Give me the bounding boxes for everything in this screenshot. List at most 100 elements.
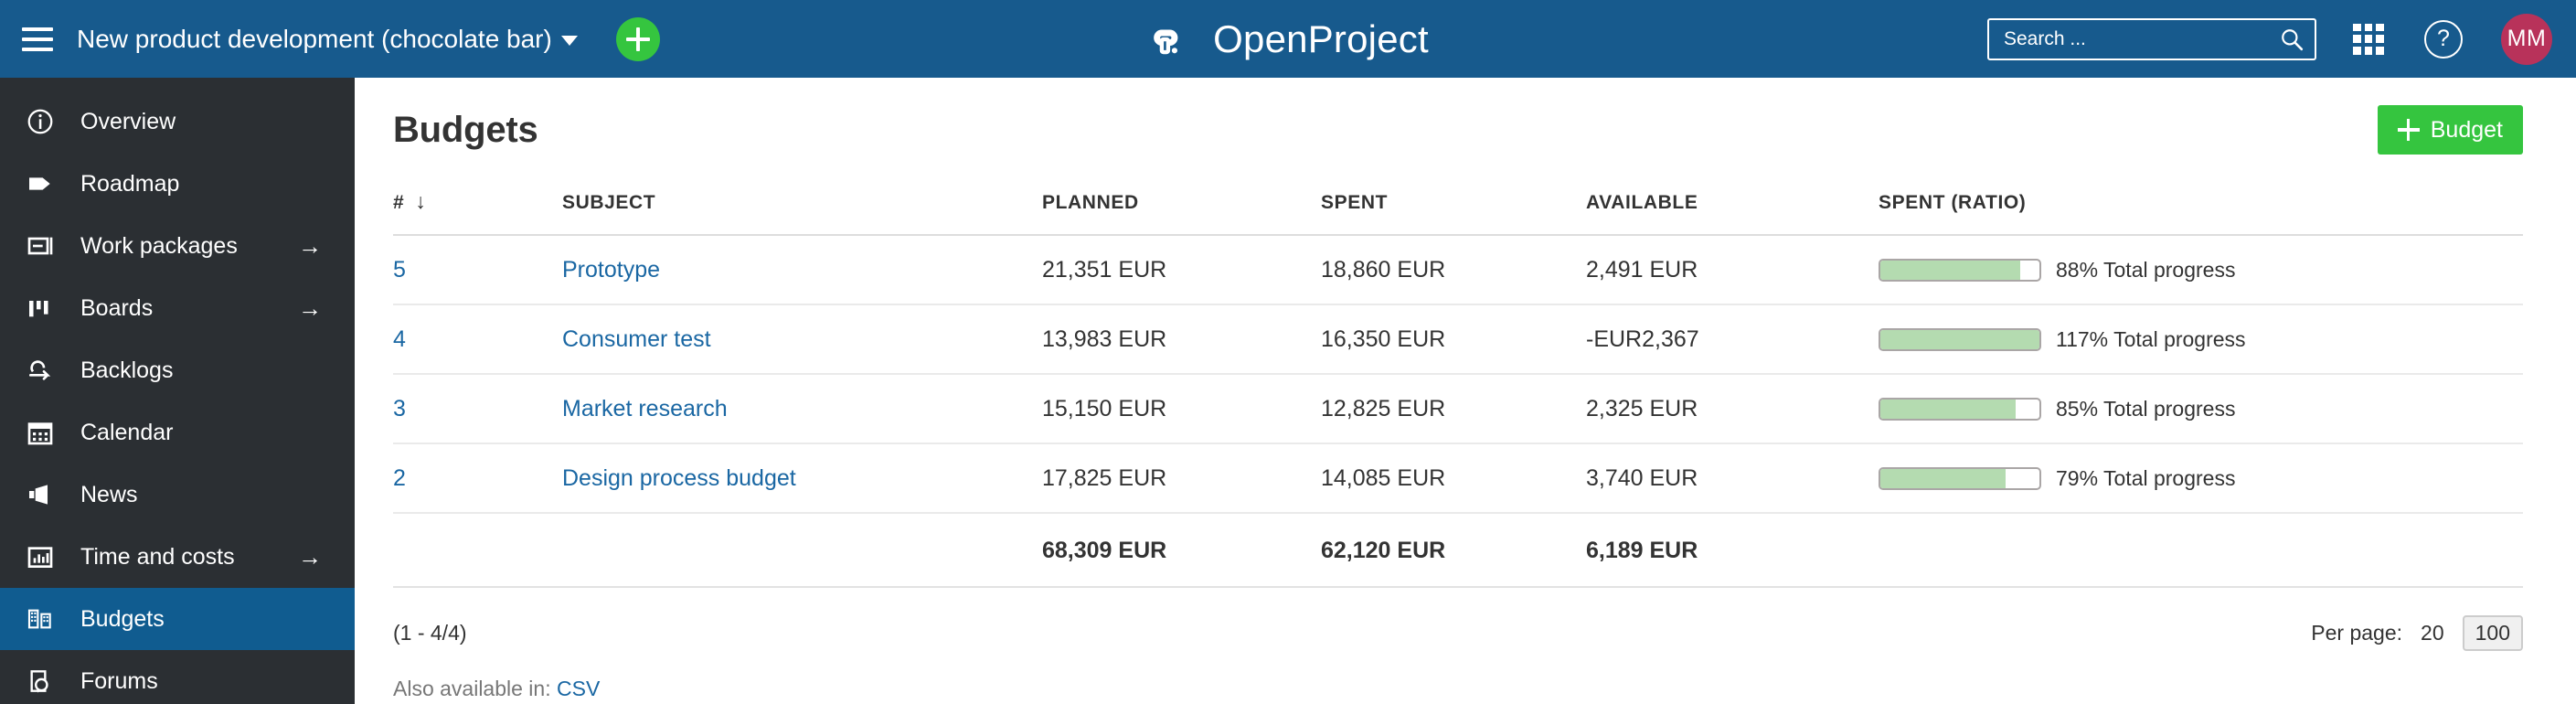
budget-planned-cell: 17,825 EUR bbox=[1042, 443, 1321, 514]
sidebar-item-arrow-icon[interactable]: → bbox=[298, 234, 322, 258]
table-row: 3 Market research 15,150 EUR 12,825 EUR … bbox=[393, 374, 2523, 444]
sidebar-item-forums[interactable]: Forums bbox=[0, 650, 355, 704]
project-sidebar: Overview Roadmap Work packages → Boards … bbox=[0, 78, 355, 704]
progress-label: 117% Total progress bbox=[2056, 327, 2246, 351]
chevron-down-icon bbox=[560, 36, 578, 46]
also-available-label: Also available in: bbox=[393, 677, 551, 700]
budget-id-link[interactable]: 3 bbox=[393, 396, 406, 421]
sidebar-item-budgets[interactable]: Budgets bbox=[0, 588, 355, 650]
budget-planned-cell: 15,150 EUR bbox=[1042, 374, 1321, 444]
budget-id-cell: 4 bbox=[393, 304, 562, 375]
per-page-option-20[interactable]: 20 bbox=[2421, 621, 2444, 645]
budget-ratio-cell: 85% Total progress bbox=[1879, 374, 2523, 444]
budget-subject-link[interactable]: Prototype bbox=[562, 257, 660, 283]
project-selector[interactable]: New product development (chocolate bar) bbox=[77, 25, 578, 54]
progress-bar bbox=[1879, 259, 2041, 282]
sidebar-item-label: Work packages bbox=[80, 232, 238, 259]
openproject-logo-icon bbox=[1154, 29, 1178, 54]
budget-planned-cell: 21,351 EUR bbox=[1042, 235, 1321, 305]
budget-planned-cell: 13,983 EUR bbox=[1042, 304, 1321, 375]
progress-bar-fill bbox=[1880, 330, 2039, 349]
budgets-table-body: 5 Prototype 21,351 EUR 18,860 EUR 2,491 … bbox=[393, 235, 2523, 588]
sidebar-item-boards[interactable]: Boards → bbox=[0, 277, 355, 339]
sidebar-item-time-and-costs[interactable]: Time and costs → bbox=[0, 526, 355, 588]
sidebar-item-work-packages[interactable]: Work packages → bbox=[0, 215, 355, 277]
page-title: Budgets bbox=[393, 109, 538, 150]
main-content: Budgets Budget # ↓ SUBJECT PLANNED SPENT… bbox=[355, 78, 2576, 704]
budget-subject-link[interactable]: Design process budget bbox=[562, 465, 796, 491]
export-links: Also available in: CSV bbox=[393, 677, 2523, 701]
global-add-button[interactable] bbox=[615, 16, 660, 61]
per-page-label: Per page: bbox=[2311, 621, 2403, 645]
budget-available-cell: 3,740 EUR bbox=[1586, 443, 1879, 514]
column-header-subject[interactable]: SUBJECT bbox=[562, 189, 1042, 236]
page-header: Budgets Budget bbox=[393, 78, 2523, 165]
sidebar-item-arrow-icon[interactable]: → bbox=[298, 296, 322, 320]
search-input[interactable] bbox=[2004, 27, 2280, 50]
backlogs-icon bbox=[26, 354, 64, 387]
column-header-spent-ratio[interactable]: SPENT (RATIO) bbox=[1879, 189, 2523, 236]
avatar-initials: MM bbox=[2507, 26, 2547, 51]
budget-ratio-cell: 88% Total progress bbox=[1879, 235, 2523, 305]
progress-label: 79% Total progress bbox=[2056, 466, 2236, 490]
per-page-option-100[interactable]: 100 bbox=[2462, 615, 2523, 651]
sidebar-item-backlogs[interactable]: Backlogs bbox=[0, 339, 355, 401]
sidebar-item-news[interactable]: News bbox=[0, 464, 355, 526]
column-header-id[interactable]: # ↓ bbox=[393, 189, 562, 236]
boards-icon bbox=[26, 292, 64, 325]
budget-id-link[interactable]: 4 bbox=[393, 326, 406, 352]
forum-icon bbox=[26, 665, 64, 698]
budgets-icon bbox=[26, 603, 64, 635]
sidebar-item-label: Calendar bbox=[80, 419, 174, 445]
budget-spent-cell: 18,860 EUR bbox=[1321, 235, 1586, 305]
help-glyph: ? bbox=[2437, 26, 2450, 51]
search-icon[interactable] bbox=[2280, 27, 2304, 51]
tag-icon bbox=[26, 167, 64, 200]
sidebar-item-label: Roadmap bbox=[80, 170, 180, 197]
table-footer: (1 - 4/4) Per page: 20 100 bbox=[393, 588, 2523, 651]
budget-subject-link[interactable]: Consumer test bbox=[562, 326, 711, 352]
logo-text: OpenProject bbox=[1213, 16, 1429, 60]
progress-bar bbox=[1879, 398, 2041, 421]
megaphone-icon bbox=[26, 478, 64, 511]
sidebar-item-overview[interactable]: Overview bbox=[0, 91, 355, 153]
budget-spent-cell: 14,085 EUR bbox=[1321, 443, 1586, 514]
csv-export-link[interactable]: CSV bbox=[557, 677, 600, 700]
per-page-control: Per page: 20 100 bbox=[2311, 615, 2523, 651]
total-spent-cell: 62,120 EUR bbox=[1321, 513, 1586, 588]
openproject-logo[interactable]: OpenProject bbox=[1147, 17, 1429, 61]
progress-label: 85% Total progress bbox=[2056, 397, 2236, 421]
budgets-table-head: # ↓ SUBJECT PLANNED SPENT AVAILABLE SPENT… bbox=[393, 189, 2523, 236]
budgets-table: # ↓ SUBJECT PLANNED SPENT AVAILABLE SPENT… bbox=[393, 189, 2523, 588]
project-name-label: New product development (chocolate bar) bbox=[77, 24, 552, 53]
table-header-row: # ↓ SUBJECT PLANNED SPENT AVAILABLE SPENT… bbox=[393, 189, 2523, 236]
sidebar-item-label: Boards bbox=[80, 294, 154, 321]
sidebar-item-arrow-icon[interactable]: → bbox=[298, 545, 322, 569]
column-header-planned[interactable]: PLANNED bbox=[1042, 189, 1321, 236]
hamburger-icon[interactable] bbox=[22, 27, 53, 51]
budget-subject-cell: Market research bbox=[562, 374, 1042, 444]
budget-id-link[interactable]: 2 bbox=[393, 465, 406, 491]
budget-available-cell: 2,491 EUR bbox=[1586, 235, 1879, 305]
sidebar-item-label: Budgets bbox=[80, 605, 165, 632]
sort-descending-icon[interactable]: ↓ bbox=[415, 189, 426, 214]
sidebar-item-calendar[interactable]: Calendar bbox=[0, 401, 355, 464]
column-header-spent[interactable]: SPENT bbox=[1321, 189, 1586, 236]
table-row: 5 Prototype 21,351 EUR 18,860 EUR 2,491 … bbox=[393, 235, 2523, 305]
new-budget-button[interactable]: Budget bbox=[2377, 105, 2523, 155]
column-header-available[interactable]: AVAILABLE bbox=[1586, 189, 1879, 236]
avatar[interactable]: MM bbox=[2501, 13, 2552, 65]
budget-available-cell: 2,325 EUR bbox=[1586, 374, 1879, 444]
sidebar-item-roadmap[interactable]: Roadmap bbox=[0, 153, 355, 215]
help-circle-icon[interactable]: ? bbox=[2424, 19, 2463, 59]
table-row: 4 Consumer test 13,983 EUR 16,350 EUR -E… bbox=[393, 304, 2523, 375]
budget-subject-link[interactable]: Market research bbox=[562, 396, 728, 421]
progress-bar-fill bbox=[1880, 400, 2016, 419]
budget-id-link[interactable]: 5 bbox=[393, 257, 406, 283]
budget-available-cell: -EUR2,367 bbox=[1586, 304, 1879, 375]
progress-bar-fill bbox=[1880, 261, 2021, 280]
pagination-info: (1 - 4/4) bbox=[393, 621, 467, 645]
app-window: New product development (chocolate bar) … bbox=[0, 0, 2576, 704]
modules-grid-icon[interactable] bbox=[2353, 23, 2384, 55]
global-search-box[interactable] bbox=[1987, 17, 2316, 60]
